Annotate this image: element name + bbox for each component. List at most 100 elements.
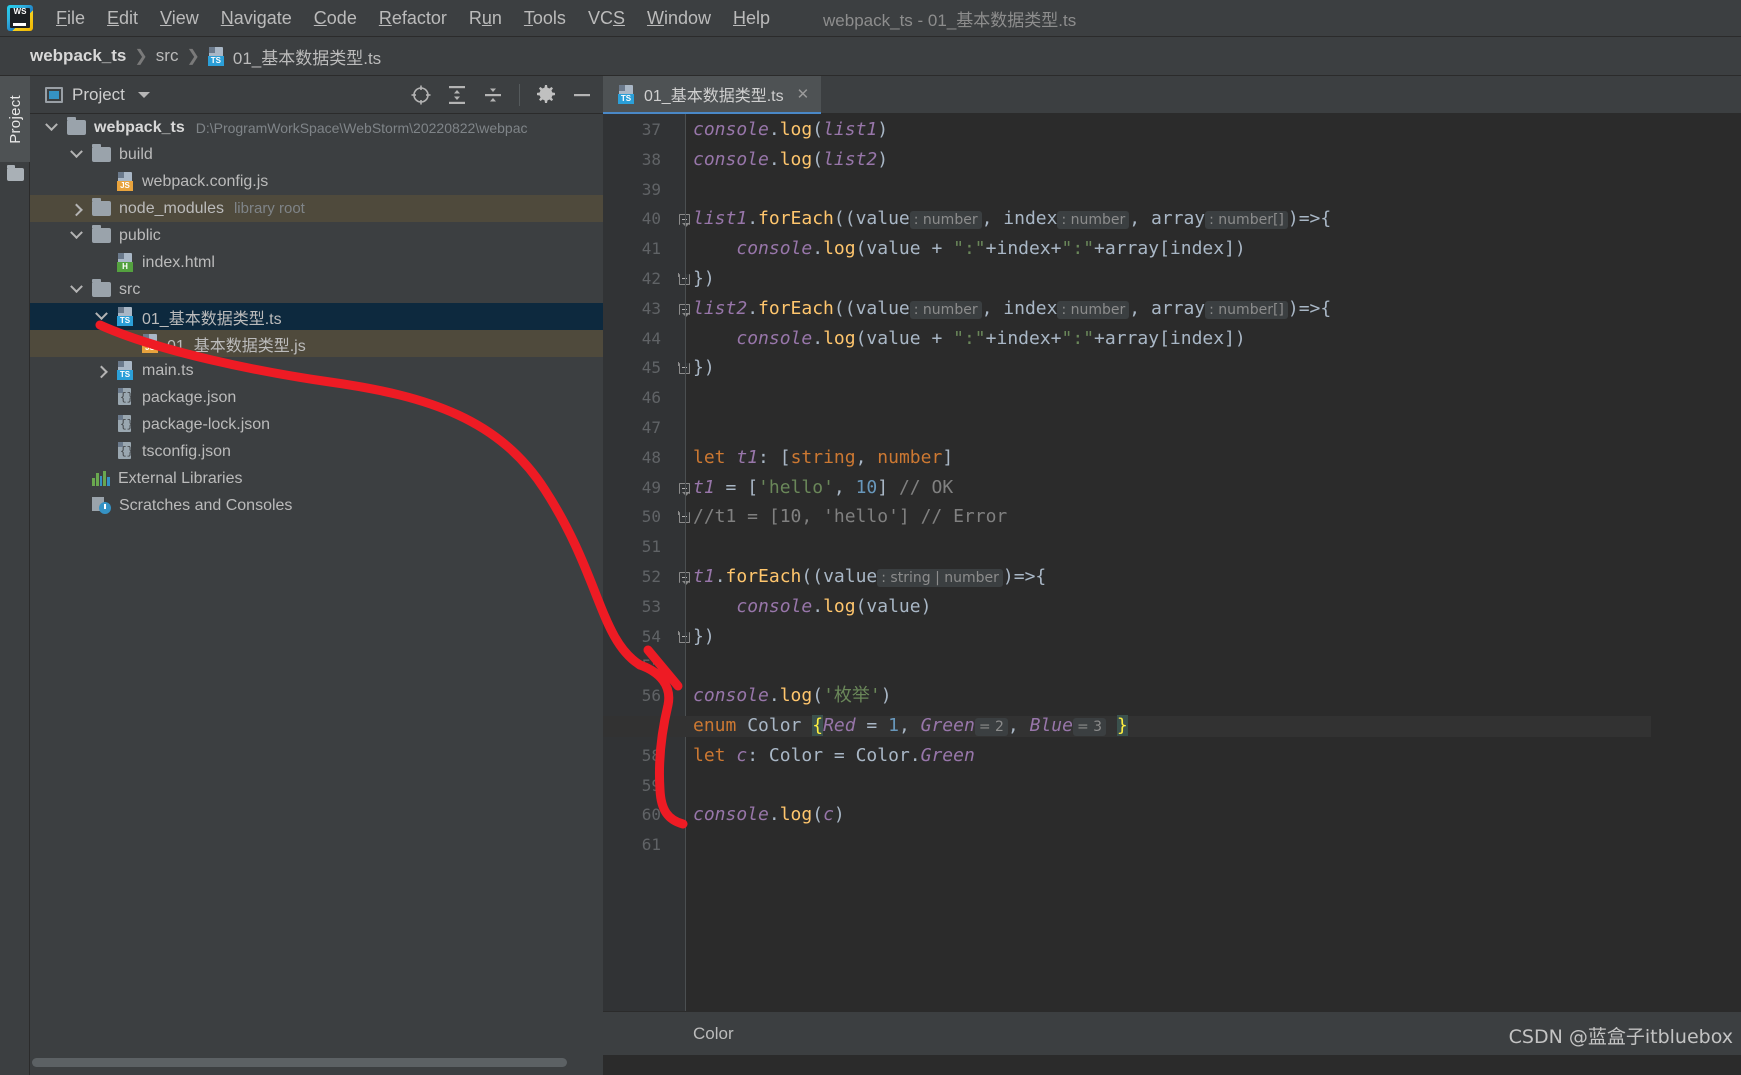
menu-item-code[interactable]: Code [303, 6, 368, 31]
close-icon[interactable]: ✕ [797, 85, 810, 103]
line-number: 56 [641, 686, 661, 706]
tree-item-path: D:\ProgramWorkSpace\WebStorm\20220822\we… [195, 119, 528, 136]
code-line[interactable]: console.log(list1) [693, 120, 888, 140]
menu-item-refactor[interactable]: Refactor [368, 6, 458, 31]
project-tree[interactable]: webpack_ts D:\ProgramWorkSpace\WebStorm\2… [30, 114, 603, 1045]
menu-item-view[interactable]: View [149, 6, 210, 31]
collapse-all-icon[interactable] [478, 80, 508, 110]
menu-item-window[interactable]: Window [636, 6, 722, 31]
tree-item[interactable]: TS 01_基本数据类型.ts [30, 303, 603, 330]
tree-item[interactable]: webpack_ts D:\ProgramWorkSpace\WebStorm\2… [30, 114, 603, 141]
code-line[interactable]: t1 = ['hello', 10] // OK [693, 476, 954, 498]
code-token-punct: ] [877, 476, 899, 498]
tree-item[interactable]: {} package-lock.json [30, 411, 603, 438]
code-token-id: array [1104, 327, 1160, 349]
code-token-punct: ( [812, 685, 824, 707]
menu-item-run[interactable]: Run [458, 6, 513, 31]
code-line[interactable]: console.log(value + ":"+index+":"+array[… [693, 327, 1245, 349]
code-line[interactable]: list2.forEach((value: number, index: num… [693, 297, 1331, 320]
breadcrumb-folder[interactable]: src [156, 46, 179, 66]
chevron-down-icon[interactable] [67, 145, 85, 159]
code-line[interactable]: //t1 = [10, 'hello'] // Error [693, 507, 1007, 527]
code-token-punct: (( [833, 297, 856, 319]
chevron-down-icon[interactable] [137, 91, 150, 98]
hide-panel-icon[interactable] [567, 80, 597, 110]
code-token-inst: console [736, 595, 813, 617]
line-number-gutter[interactable]: 37 38 39 40 41 42 43 44 45 46 47 48 49 50 51 52 53 54 55 56… [603, 114, 690, 1011]
code-token-punct: . [909, 744, 921, 766]
expand-all-icon[interactable] [442, 80, 472, 110]
chevron-down-icon[interactable] [67, 226, 85, 240]
code-line[interactable]: let c: Color = Color.Green [693, 744, 975, 766]
editor-area: TS 01_基本数据类型.ts ✕ 37 38 39 40 41 42 43 44 45 46 47… [603, 76, 1741, 1075]
code-token-punct: }) [693, 625, 715, 647]
code-token-punct [693, 328, 736, 349]
code-line[interactable]: console.log('枚举') [693, 686, 892, 706]
tree-item[interactable]: External Libraries [30, 465, 603, 492]
code-token-punct: ( [812, 148, 824, 170]
code-token-hint: : string | number [877, 569, 1003, 587]
tool-window-button-project[interactable]: Project [0, 76, 30, 162]
code-line[interactable]: list1.forEach((value: number, index: num… [693, 209, 1331, 230]
settings-gear-icon[interactable] [531, 80, 561, 110]
editor-tab-strip: TS 01_基本数据类型.ts ✕ [603, 76, 1741, 114]
scrollbar-thumb[interactable] [32, 1058, 567, 1067]
code-line[interactable]: console.log(list2) [693, 148, 888, 170]
code-line[interactable]: console.log(value + ":"+index+":"+array[… [693, 238, 1245, 260]
code-token-cmt: // OK [898, 476, 954, 498]
tree-item[interactable]: {} tsconfig.json [30, 438, 603, 465]
code-line[interactable]: }) [693, 358, 715, 378]
code-line[interactable]: }) [693, 269, 715, 289]
code-line[interactable]: }) [693, 625, 715, 647]
code-line[interactable]: let t1: [string, number] [693, 447, 953, 468]
breadcrumb-project[interactable]: webpack_ts [30, 46, 126, 66]
tree-item[interactable]: build [30, 141, 603, 168]
project-tool-window: Project webpack_ts D:\ProgramWorkSpace\W… [30, 76, 603, 1075]
code-token-punct: ) [833, 804, 845, 826]
code-token-str: '枚举' [823, 685, 881, 707]
line-number: 45 [641, 358, 661, 378]
code-token-cmt: //t1 = [10, 'hello'] // Error [693, 506, 1008, 528]
structure-folder-icon[interactable] [7, 165, 24, 181]
menu-item-navigate[interactable]: Navigate [210, 6, 303, 31]
chevron-down-icon[interactable] [92, 307, 110, 321]
menu-item-edit[interactable]: Edit [96, 6, 149, 31]
tree-item[interactable]: TS main.ts [30, 357, 603, 384]
code-token-punct: ) [877, 119, 889, 140]
tree-item[interactable]: JS webpack.config.js [30, 168, 603, 195]
tree-item[interactable]: node_modules library root [30, 195, 603, 222]
tree-item[interactable]: src [30, 276, 603, 303]
code-token-punct: : [747, 744, 769, 766]
tree-item-label: Scratches and Consoles [119, 496, 293, 514]
webstorm-logo-text: WS [13, 7, 27, 16]
bottom-breadcrumb-label[interactable]: Color [693, 1024, 734, 1044]
code-line[interactable]: enum Color {Red = 1, Green = 2, Blue = 3 } [603, 715, 1651, 737]
breadcrumb-file[interactable]: TS 01_基本数据类型.ts [207, 44, 381, 69]
project-horizontal-scrollbar[interactable] [30, 1058, 603, 1067]
chevron-down-icon[interactable] [42, 118, 60, 132]
tree-item[interactable]: Scratches and Consoles [30, 492, 603, 519]
tree-item[interactable]: public [30, 222, 603, 249]
chevron-right-icon[interactable] [92, 365, 110, 379]
tree-item[interactable]: Hindex.html [30, 249, 603, 276]
code-line[interactable]: console.log(c) [693, 805, 845, 825]
code-lines[interactable]: console.log(list1) console.log(list2) list… [603, 114, 1741, 1011]
menu-item-tools[interactable]: Tools [513, 6, 577, 31]
code-line[interactable]: console.log(value) [693, 595, 931, 617]
chevron-down-icon[interactable] [67, 280, 85, 294]
editor-tab[interactable]: TS 01_基本数据类型.ts ✕ [603, 76, 822, 114]
code-token-id: index [996, 238, 1051, 260]
chevron-right-icon[interactable] [67, 203, 85, 217]
tree-item[interactable]: JS 01_基本数据类型.js [30, 330, 603, 357]
code-token-punct: + [920, 327, 954, 349]
code-canvas[interactable]: 37 38 39 40 41 42 43 44 45 46 47 48 49 50 51 52 53 54 55 56… [603, 114, 1741, 1011]
code-line[interactable]: t1.forEach((value: string | number)=>{ [693, 567, 1046, 588]
project-view-selector[interactable]: Project [45, 85, 150, 105]
tree-item[interactable]: {} package.json [30, 384, 603, 411]
menu-item-file[interactable]: File [45, 6, 96, 31]
line-number: 48 [641, 447, 661, 467]
locate-icon[interactable] [406, 80, 436, 110]
tree-item-label: node_modules [119, 199, 224, 217]
menu-item-vcs[interactable]: VCS [577, 6, 636, 31]
menu-item-help[interactable]: Help [722, 6, 781, 31]
